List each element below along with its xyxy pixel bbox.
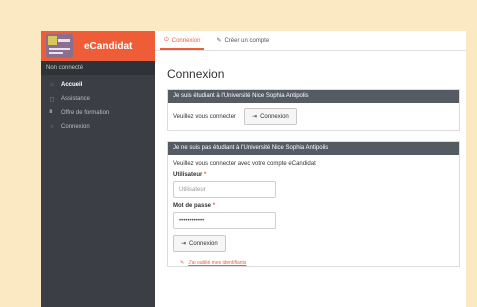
help-icon: ◻: [49, 96, 55, 103]
forgot-credentials-link[interactable]: ✎ J'ai oublié mes identifiants: [180, 260, 454, 266]
panel-heading: Je ne suis pas étudiant à l'Université N…: [168, 142, 459, 155]
app-name: eCandidat: [84, 40, 133, 52]
tab-label: Créer un compte: [224, 37, 270, 44]
password-label: Mot de passe *: [173, 203, 454, 209]
password-label-text: Mot de passe: [173, 203, 212, 209]
required-mark: *: [212, 203, 216, 209]
pencil-icon: ✎: [180, 260, 185, 266]
sidebar-item-label: Assistance: [61, 96, 91, 102]
username-label: Utilisateur *: [173, 172, 454, 178]
sidebar-item-connexion[interactable]: ○ Connexion: [41, 120, 155, 134]
password-input[interactable]: ••••••••••••: [173, 212, 276, 229]
sidebar-nav: ⌂ Accueil ◻ Assistance ▘ Offre de format…: [41, 75, 155, 134]
tab-label: Connexion: [171, 37, 201, 44]
bookmark-icon: ▘: [49, 110, 55, 117]
sign-in-icon: ⇥: [181, 241, 187, 247]
university-logo: [46, 34, 73, 58]
sidebar-item-label: Offre de formation: [61, 110, 110, 116]
sidebar-item-label: Connexion: [61, 124, 90, 130]
button-label: Connexion: [260, 113, 289, 120]
sidebar-item-accueil[interactable]: ⌂ Accueil: [41, 78, 155, 92]
button-label: Connexion: [189, 240, 218, 247]
power-icon: ○: [50, 124, 54, 130]
sidebar-item-label: Accueil: [61, 82, 83, 88]
sidebar: eCandidat Non connecté ⌂ Accueil ◻ Assis…: [41, 31, 155, 307]
forgot-link-text: J'ai oublié mes identifiants: [188, 260, 247, 266]
page-title: Connexion: [167, 67, 225, 81]
username-label-text: Utilisateur: [173, 172, 203, 178]
app-window: eCandidat Non connecté ⌂ Accueil ◻ Assis…: [41, 31, 466, 307]
tab-bar: ⏻ Connexion ✎ Créer un compte: [155, 31, 466, 51]
brand-bar: eCandidat: [41, 31, 155, 61]
student-login-panel: Je suis étudiant à l'Université Nice Sop…: [167, 89, 460, 131]
main-area: ⏻ Connexion ✎ Créer un compte Connexion …: [155, 31, 466, 307]
sidebar-item-offre-de-formation[interactable]: ▘ Offre de formation: [41, 106, 155, 120]
power-icon: ⏻: [164, 37, 169, 43]
home-icon: ⌂: [50, 82, 54, 88]
pencil-icon: ✎: [216, 38, 222, 44]
external-connexion-button[interactable]: ⇥ Connexion: [173, 235, 226, 252]
password-value: ••••••••••••: [179, 217, 205, 224]
sidebar-item-assistance[interactable]: ◻ Assistance: [41, 92, 155, 106]
sign-in-icon: ⇥: [252, 114, 258, 120]
connection-status: Non connecté: [41, 61, 155, 75]
student-connexion-button[interactable]: ⇥ Connexion: [244, 108, 297, 125]
tab-creer-un-compte[interactable]: ✎ Créer un compte: [212, 37, 273, 50]
panel-body: Veuillez vous connecter ⇥ Connexion: [168, 103, 459, 130]
panel-body: Veuillez vous connecter avec votre compt…: [168, 155, 459, 266]
external-login-panel: Je ne suis pas étudiant à l'Université N…: [167, 141, 460, 267]
tab-connexion[interactable]: ⏻ Connexion: [160, 37, 205, 50]
page-content: Connexion Je suis étudiant à l'Universit…: [155, 67, 466, 267]
username-input[interactable]: Utilisateur: [173, 181, 276, 198]
panel-heading: Je suis étudiant à l'Université Nice Sop…: [168, 90, 459, 103]
panel-text: Veuillez vous connecter avec votre compt…: [173, 161, 316, 167]
panel-text: Veuillez vous connecter: [173, 113, 237, 120]
required-mark: *: [204, 172, 207, 178]
username-placeholder: Utilisateur: [179, 186, 206, 193]
